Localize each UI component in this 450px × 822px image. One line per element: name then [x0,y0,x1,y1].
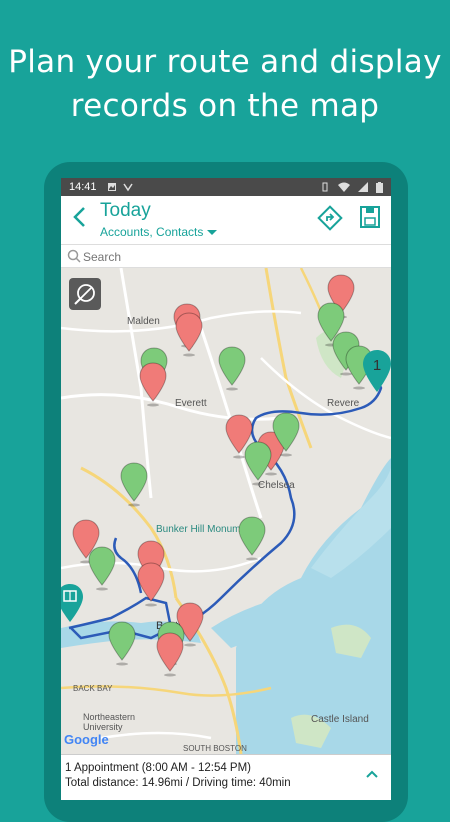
battery-icon [376,181,383,193]
chevron-up-icon[interactable] [365,769,379,779]
appointment-summary: 1 Appointment (8:00 AM - 12:54 PM) [65,762,252,774]
back-icon[interactable] [69,204,91,230]
red-location-pin-icon[interactable] [155,631,185,679]
place-everett: Everett [175,398,207,409]
map-layer-button[interactable] [69,278,101,310]
green-location-pin-icon[interactable] [119,461,149,509]
green-location-pin-icon[interactable] [237,515,267,563]
promo-headline: Plan your route and display records on t… [0,40,450,128]
record-type-label: Accounts, Contacts [100,225,204,239]
place-malden: Malden [127,316,160,327]
book-pin-icon[interactable] [61,582,85,630]
search-input[interactable] [81,247,385,267]
headline-line-2: records on the map [70,88,380,124]
place-castle-island: Castle Island [311,714,369,725]
route-stop-number: 1 [373,357,381,374]
red-location-pin-icon[interactable] [174,311,204,359]
green-location-pin-icon[interactable] [107,620,137,668]
distance-summary: Total distance: 14.96mi / Driving time: … [65,777,291,789]
app-screen: 14:41 Today Accounts, Contacts Search Ma… [61,178,391,800]
green-location-pin-icon[interactable] [243,440,273,488]
save-icon[interactable] [359,205,381,229]
route-summary[interactable]: 1 Appointment (8:00 AM - 12:54 PM) Total… [61,754,391,800]
status-bar: 14:41 [61,178,391,196]
vibrate-icon [322,182,328,192]
map-view[interactable]: Malden Everett Revere Chelsea Bunker Hil… [61,268,391,754]
green-location-pin-icon[interactable] [87,545,117,593]
place-northeastern: Northeastern University [83,712,136,732]
chevron-down-icon [207,230,218,236]
route-stop-pin-icon[interactable]: 1 [361,348,391,398]
red-location-pin-icon[interactable] [136,561,166,609]
status-time: 14:41 [69,181,97,193]
page-title: Today [100,200,151,221]
red-location-pin-icon[interactable] [138,361,168,409]
search-bar[interactable] [61,244,391,268]
satellite-icon [74,284,95,305]
app-notification-icon [122,183,133,192]
place-south-boston: SOUTH BOSTON [183,744,247,753]
search-icon [67,249,81,263]
route-icon[interactable] [317,205,343,231]
place-revere: Revere [327,398,360,409]
google-logo: Google [64,732,109,747]
green-location-pin-icon[interactable] [271,411,301,459]
signal-icon [358,182,368,192]
place-back-bay: BACK BAY [73,684,113,693]
wifi-icon [338,182,350,192]
record-type-filter[interactable]: Accounts, Contacts [100,225,218,239]
app-bar: Today Accounts, Contacts [61,196,391,244]
image-notification-icon [107,183,116,191]
green-location-pin-icon[interactable] [217,345,247,393]
headline-line-1: Plan your route and display [8,44,442,80]
